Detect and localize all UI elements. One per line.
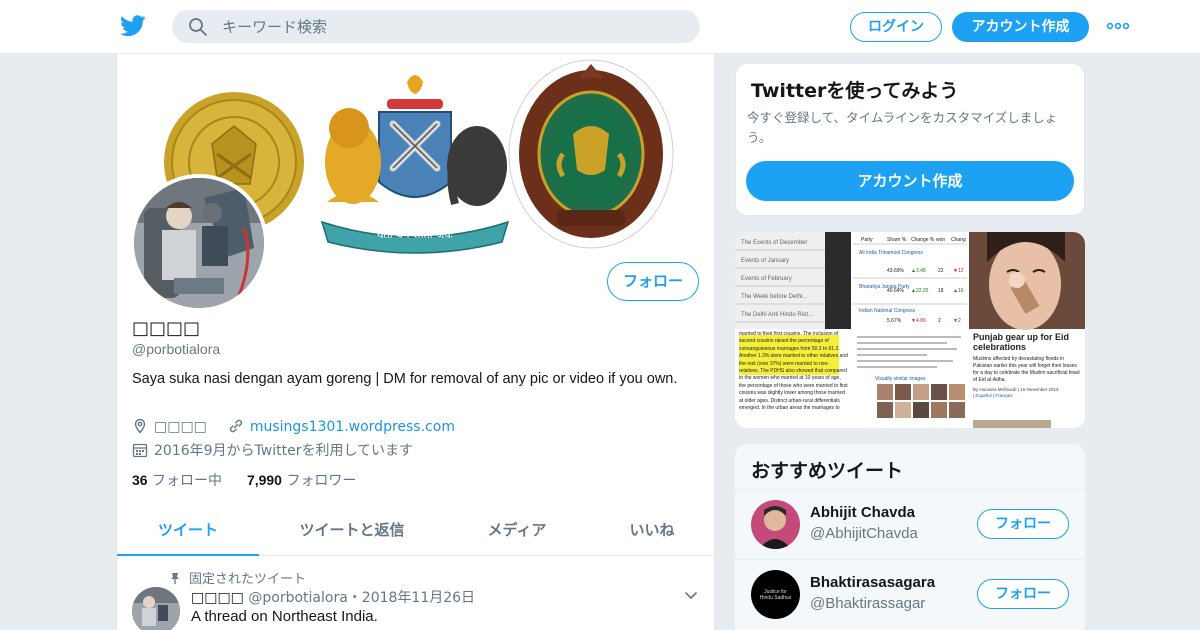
svg-text:All India Trinamool Congress: All India Trinamool Congress <box>859 250 923 256</box>
profile-joined-row: 2016年9月からTwitterを利用しています <box>132 440 413 460</box>
search-box[interactable] <box>172 10 700 43</box>
signup-promo-description: 今すぐ登録して、タイムラインをカスタマイズしましょう。 <box>747 110 1058 145</box>
tweet-header: □□□□ @porbotialora・2018年11月26日 <box>191 587 475 607</box>
media-thumb-1[interactable]: The Events of December Events of January… <box>735 232 851 329</box>
tweet-author-name[interactable]: □□□□ <box>191 590 244 606</box>
tab-media[interactable]: メディア <box>467 506 567 556</box>
recommended-follow-button[interactable]: フォロー <box>977 509 1069 539</box>
recommended-name[interactable]: Abhijit Chavda <box>810 504 915 521</box>
profile-handle[interactable]: @porbotialora <box>132 341 220 357</box>
svg-text:43.69%: 43.69% <box>887 268 905 274</box>
svg-text:▲22.25: ▲22.25 <box>911 288 929 294</box>
profile-counts: 36 フォロー中 7,990 フォロワー <box>132 470 356 490</box>
media-thumb-6[interactable]: Punjab gear up for Eid celebrations Musl… <box>969 331 1085 428</box>
signup-promo-card: Twitterを使ってみよう 今すぐ登録して、タイムラインをカスタマイズしましょ… <box>735 63 1085 216</box>
login-button[interactable]: ログイン <box>850 12 942 42</box>
svg-text:Change %: Change % <box>911 237 935 243</box>
signup-promo-button[interactable]: アカウント作成 <box>746 161 1074 201</box>
svg-text:Events of January: Events of January <box>741 258 789 264</box>
profile-tabs: ツイート ツイートと返信 メディア いいね <box>117 506 714 556</box>
recommended-title: おすすめツイート <box>751 460 904 482</box>
profile-bio: Saya suka nasi dengan ayam goreng | DM f… <box>132 371 678 387</box>
svg-text:▲16: ▲16 <box>953 288 964 294</box>
following-stat[interactable]: 36 フォロー中 <box>132 472 222 489</box>
media-gallery: The Events of December Events of January… <box>735 232 1085 428</box>
pinned-tweet-label: 固定されたツイート <box>169 568 306 587</box>
svg-text:won: won <box>936 237 945 243</box>
chevron-down-icon[interactable] <box>683 590 699 602</box>
recommended-follow-button[interactable]: フォロー <box>977 579 1069 609</box>
profile-name[interactable]: □□□□ <box>132 318 200 339</box>
profile-location: □□□□ <box>154 419 207 435</box>
profile-column: यतो धर्म स्ततो जयः フォロー □□□□ @porbotialo… <box>116 54 715 630</box>
svg-text:5.67%: 5.67% <box>887 318 902 324</box>
svg-text:The Delhi Anti Hindu Riot...: The Delhi Anti Hindu Riot... <box>741 312 813 318</box>
profile-joined-date: 2016年9月からTwitterを利用しています <box>154 443 414 459</box>
recommended-handle[interactable]: @AbhijitChavda <box>810 525 918 542</box>
svg-text:▼2: ▼2 <box>953 318 961 324</box>
media-thumb-4[interactable]: married to their first cousins. The incl… <box>735 331 851 428</box>
tweet-text: A thread on Northeast India. <box>191 608 378 625</box>
tab-tweets-and-replies[interactable]: ツイートと返信 <box>277 506 427 556</box>
media-thumb-3[interactable] <box>969 232 1085 330</box>
recommended-accounts-card: おすすめツイート Abhijit Chavda @AbhijitChavda フ… <box>735 444 1085 630</box>
link-icon <box>229 419 242 433</box>
recommended-avatar[interactable]: Justice for Hindu Sadhus <box>751 570 800 619</box>
svg-text:▲3.48: ▲3.48 <box>911 268 926 274</box>
profile-website-link[interactable]: musings1301.wordpress.com <box>250 419 455 435</box>
svg-text:▼12: ▼12 <box>953 268 964 274</box>
search-input[interactable] <box>222 14 682 39</box>
signup-promo-title: Twitterを使ってみよう <box>751 80 959 102</box>
svg-text:Chang: Chang <box>951 237 966 243</box>
profile-meta-row: □□□□ musings1301.wordpress.com <box>132 418 455 435</box>
search-icon <box>189 18 207 36</box>
more-dots-icon[interactable] <box>1106 18 1130 34</box>
location-pin-icon <box>134 418 146 434</box>
svg-text:The Events of December: The Events of December <box>741 240 807 246</box>
calendar-icon <box>132 443 148 458</box>
profile-avatar[interactable] <box>130 174 268 312</box>
follow-button[interactable]: フォロー <box>607 262 699 301</box>
tweet-avatar[interactable] <box>132 587 180 630</box>
tweet-author-handle[interactable]: @porbotialora <box>248 590 347 606</box>
svg-text:▼4.09: ▼4.09 <box>911 318 926 324</box>
recommended-item[interactable]: Abhijit Chavda @AbhijitChavda フォロー <box>735 489 1085 559</box>
signup-button[interactable]: アカウント作成 <box>952 12 1089 42</box>
svg-text:Visually similar images: Visually similar images <box>875 376 926 382</box>
media-thumb-2[interactable]: Party Share % Change % won Chang All Ind… <box>853 232 967 329</box>
svg-text:2: 2 <box>938 318 941 324</box>
svg-text:The Week before Delhi...: The Week before Delhi... <box>741 294 808 300</box>
banner-motto: यतो धर्म स्ततो जयः <box>377 228 454 241</box>
svg-text:22: 22 <box>938 268 944 274</box>
pin-icon <box>171 573 179 584</box>
svg-text:Indian National Congress: Indian National Congress <box>859 308 916 314</box>
top-navigation-bar: ログイン アカウント作成 <box>0 0 1200 54</box>
twitter-bird-icon[interactable] <box>120 14 146 38</box>
media-thumb-5[interactable]: Visually similar images <box>853 331 967 428</box>
svg-text:18: 18 <box>938 288 944 294</box>
recommended-item[interactable]: Justice for Hindu Sadhus Bhaktirasasagar… <box>735 559 1085 629</box>
svg-text:Events of February: Events of February <box>741 276 792 282</box>
tab-tweets[interactable]: ツイート <box>117 506 259 556</box>
svg-text:40.64%: 40.64% <box>887 288 905 294</box>
recommended-name[interactable]: Bhaktirasasagara <box>810 574 935 591</box>
svg-text:Party: Party <box>861 237 873 243</box>
svg-text:Share %: Share % <box>887 237 907 243</box>
followers-stat[interactable]: 7,990 フォロワー <box>247 472 357 489</box>
recommended-avatar[interactable] <box>751 500 800 549</box>
tab-likes[interactable]: いいね <box>607 506 697 556</box>
tweet-date[interactable]: ・2018年11月26日 <box>348 590 475 606</box>
recommended-handle[interactable]: @Bhaktirassagar <box>810 595 925 612</box>
